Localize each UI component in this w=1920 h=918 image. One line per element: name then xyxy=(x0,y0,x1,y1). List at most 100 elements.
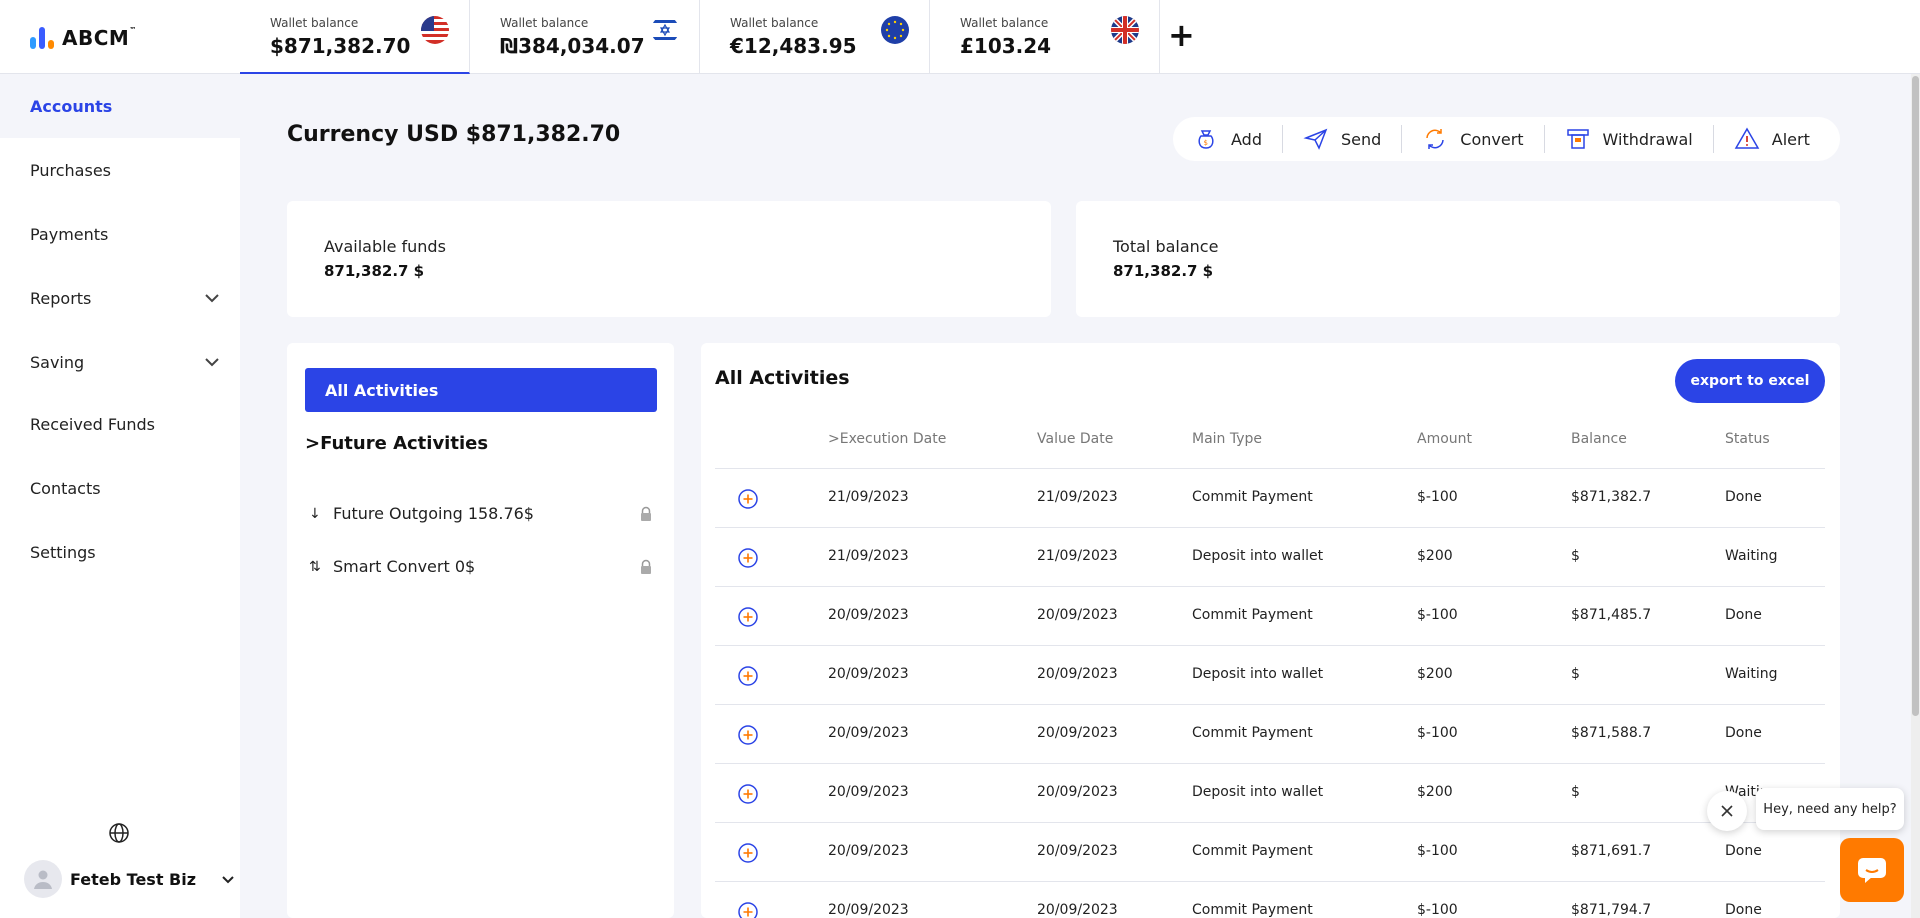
scrollbar-thumb[interactable] xyxy=(1912,76,1919,716)
wallet-tab-ils[interactable]: Wallet balance ₪384,034.07 xyxy=(470,0,700,74)
cell-main-type: Commit Payment xyxy=(1192,902,1313,918)
total-balance-label: Total balance xyxy=(1113,237,1219,256)
sidebar-item-settings[interactable]: Settings xyxy=(0,520,240,584)
wallet-tab-gbp[interactable]: Wallet balance £103.24 xyxy=(930,0,1160,74)
chevron-down-icon xyxy=(205,358,219,367)
cell-status: Waiting xyxy=(1725,548,1778,564)
sidebar-item-received-funds[interactable]: Received Funds xyxy=(0,392,240,456)
lock-icon xyxy=(641,559,651,574)
convert-icon xyxy=(1426,129,1445,149)
table-row[interactable]: 20/09/2023 20/09/2023 Commit Payment $-100 $… xyxy=(715,881,1825,918)
total-balance-value: 871,382.7 $ xyxy=(1113,262,1214,280)
cell-status: Done xyxy=(1725,902,1762,918)
sidebar: Accounts Purchases Payments Reports Savi… xyxy=(0,74,240,918)
cell-main-type: Deposit into wallet xyxy=(1192,666,1324,682)
warning-icon xyxy=(1734,127,1760,149)
cell-balance: $871,794.7 xyxy=(1571,902,1652,918)
column-header-value-date[interactable]: Value Date xyxy=(1037,431,1113,447)
send-button[interactable]: Send xyxy=(1283,125,1403,153)
withdrawal-button[interactable]: Withdrawal xyxy=(1545,125,1714,153)
cell-status: Done xyxy=(1725,843,1762,859)
cell-value-date: 21/09/2023 xyxy=(1037,489,1118,505)
wallet-amount: £103.24 xyxy=(960,34,1052,58)
expand-plus-icon[interactable] xyxy=(737,901,759,918)
alert-button[interactable]: Alert xyxy=(1714,125,1830,153)
money-bag-icon: $ xyxy=(1198,130,1214,149)
lock-icon xyxy=(641,506,651,521)
sidebar-item-payments[interactable]: Payments xyxy=(0,202,240,266)
logo[interactable]: ABCM™ xyxy=(30,24,137,52)
future-outgoing-item[interactable]: ↓ Future Outgoing 158.76$ xyxy=(309,504,659,523)
eu-flag-icon xyxy=(881,16,909,44)
column-header-amount[interactable]: Amount xyxy=(1417,431,1472,447)
table-row[interactable]: 20/09/2023 20/09/2023 Commit Payment $-100 $… xyxy=(715,586,1825,645)
expand-plus-icon[interactable] xyxy=(737,606,759,628)
wallet-label: Wallet balance xyxy=(500,16,589,30)
expand-plus-icon[interactable] xyxy=(737,665,759,687)
israel-flag-icon xyxy=(651,16,679,44)
convert-button[interactable]: Convert xyxy=(1402,125,1545,153)
cell-amount: $-100 xyxy=(1417,725,1458,741)
help-close-button[interactable] xyxy=(1707,791,1747,831)
column-header-balance[interactable]: Balance xyxy=(1571,431,1627,447)
page-scrollbar[interactable] xyxy=(1911,74,1920,918)
table-row[interactable]: 20/09/2023 20/09/2023 Deposit into wallet $… xyxy=(715,763,1825,822)
table-row[interactable]: 21/09/2023 21/09/2023 Deposit into wallet $… xyxy=(715,527,1825,586)
cell-value-date: 20/09/2023 xyxy=(1037,725,1118,741)
table-row[interactable]: 20/09/2023 20/09/2023 Commit Payment $-100 $… xyxy=(715,704,1825,763)
expand-plus-icon[interactable] xyxy=(737,783,759,805)
sidebar-item-purchases[interactable]: Purchases xyxy=(0,138,240,202)
sidebar-item-contacts[interactable]: Contacts xyxy=(0,456,240,520)
sidebar-item-label: Accounts xyxy=(30,96,113,116)
action-bar: $ Add Send Convert Withdrawal Alert xyxy=(1173,117,1840,161)
user-menu[interactable]: Feteb Test Biz xyxy=(24,860,236,898)
cell-balance: $871,485.7 xyxy=(1571,607,1652,623)
cell-execution-date: 21/09/2023 xyxy=(828,548,909,564)
future-outgoing-label: Future Outgoing 158.76$ xyxy=(333,504,534,523)
sidebar-item-accounts[interactable]: Accounts xyxy=(0,74,240,138)
column-header-execution-date[interactable]: >Execution Date xyxy=(828,431,946,447)
convert-label: Convert xyxy=(1460,129,1524,149)
tab-all-activities[interactable]: All Activities xyxy=(305,368,657,412)
table-row[interactable]: 21/09/2023 21/09/2023 Commit Payment $-100 $… xyxy=(715,468,1825,527)
sidebar-item-label: Received Funds xyxy=(30,414,155,434)
smart-convert-item[interactable]: ⇅ Smart Convert 0$ xyxy=(309,557,659,576)
cell-value-date: 21/09/2023 xyxy=(1037,548,1118,564)
column-header-status[interactable]: Status xyxy=(1725,431,1770,447)
cell-main-type: Commit Payment xyxy=(1192,725,1313,741)
sidebar-item-reports[interactable]: Reports xyxy=(0,266,240,330)
close-icon xyxy=(1721,805,1733,817)
table-row[interactable]: 20/09/2023 20/09/2023 Commit Payment $-100 $… xyxy=(715,822,1825,881)
expand-plus-icon[interactable] xyxy=(737,547,759,569)
user-name: Feteb Test Biz xyxy=(70,869,197,889)
wallet-tab-usd[interactable]: Wallet balance $871,382.70 xyxy=(240,0,470,74)
chat-button[interactable] xyxy=(1840,838,1904,902)
expand-plus-icon[interactable] xyxy=(737,724,759,746)
sidebar-item-label: Settings xyxy=(30,542,96,562)
future-activities-heading[interactable]: >Future Activities xyxy=(305,433,488,454)
wallet-amount: €12,483.95 xyxy=(730,34,857,58)
wallet-label: Wallet balance xyxy=(960,16,1049,30)
cell-balance: $ xyxy=(1571,666,1580,682)
wallet-amount: ₪384,034.07 xyxy=(500,34,645,58)
cell-value-date: 20/09/2023 xyxy=(1037,784,1118,800)
add-button[interactable]: $ Add xyxy=(1173,125,1283,153)
sidebar-item-label: Purchases xyxy=(30,160,111,180)
alert-label: Alert xyxy=(1771,129,1810,149)
table-title: All Activities xyxy=(715,367,850,389)
sidebar-item-saving[interactable]: Saving xyxy=(0,330,240,394)
cell-main-type: Commit Payment xyxy=(1192,607,1313,623)
cell-amount: $-100 xyxy=(1417,489,1458,505)
table-row[interactable]: 20/09/2023 20/09/2023 Deposit into wallet $… xyxy=(715,645,1825,704)
expand-plus-icon[interactable] xyxy=(737,488,759,510)
globe-icon[interactable] xyxy=(108,822,130,844)
wallet-tab-eur[interactable]: Wallet balance €12,483.95 xyxy=(700,0,930,74)
add-wallet-button[interactable]: + xyxy=(1168,19,1195,51)
cell-main-type: Commit Payment xyxy=(1192,843,1313,859)
help-message[interactable]: Hey, need any help? xyxy=(1756,788,1904,830)
column-header-main-type[interactable]: Main Type xyxy=(1192,431,1262,447)
cell-status: Waiting xyxy=(1725,666,1778,682)
expand-plus-icon[interactable] xyxy=(737,842,759,864)
export-to-excel-button[interactable]: export to excel xyxy=(1675,359,1825,403)
cell-status: Done xyxy=(1725,489,1762,505)
